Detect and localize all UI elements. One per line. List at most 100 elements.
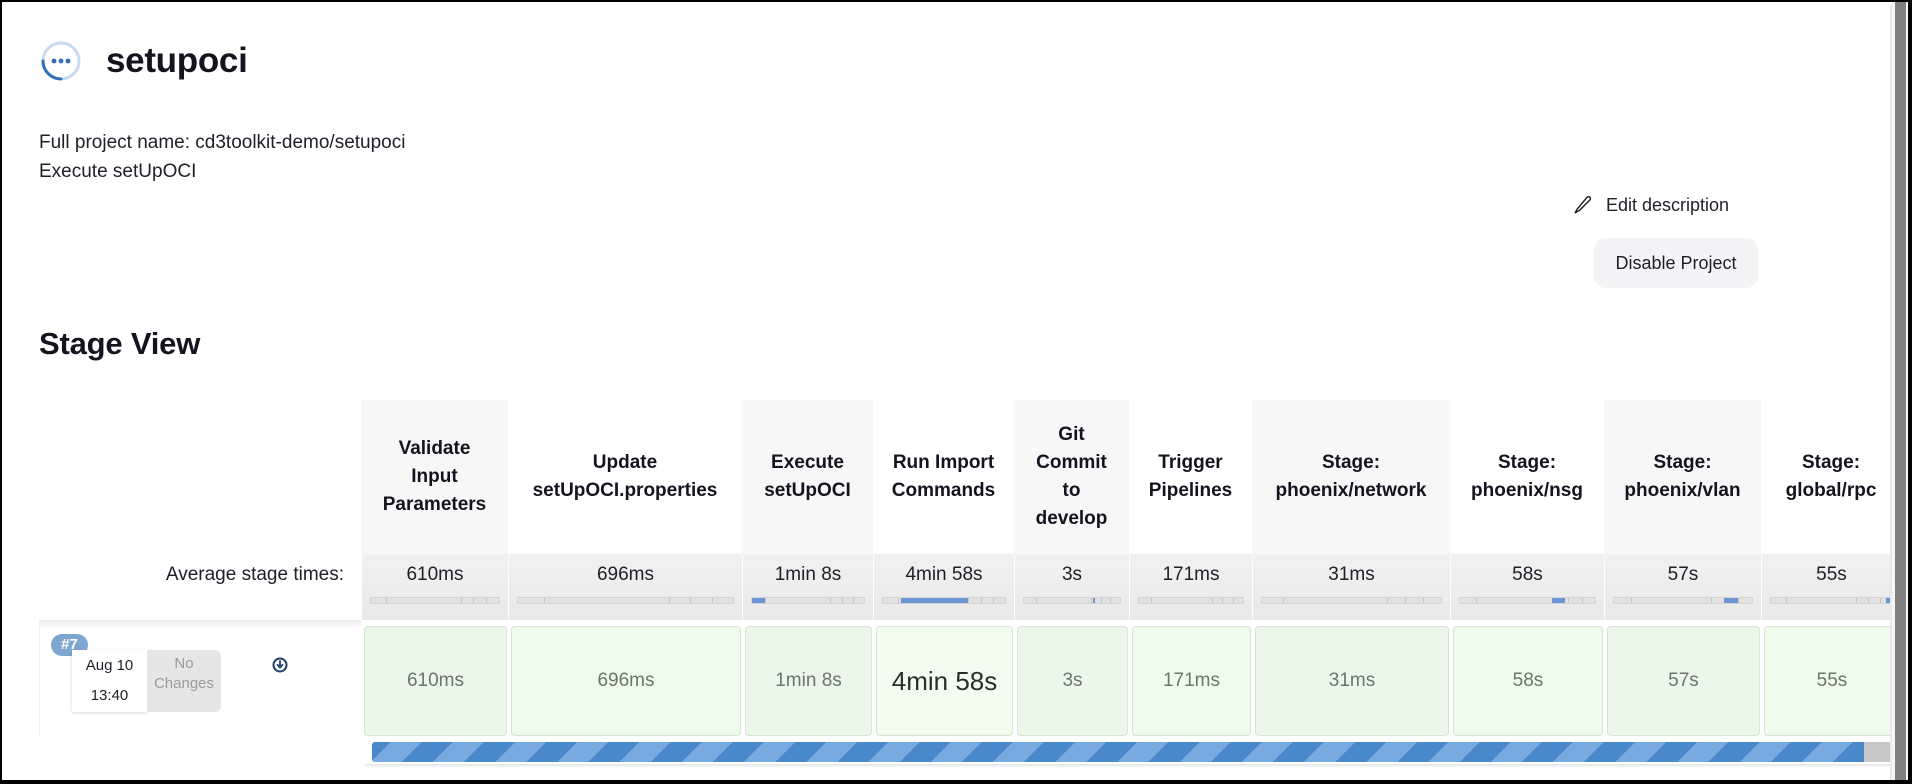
build-date-time: 13:40 <box>90 687 129 704</box>
stage-cell[interactable]: 57s <box>1607 626 1760 736</box>
stage-average-value: 57s <box>1667 564 1699 585</box>
stage-average-value: 696ms <box>596 564 655 585</box>
stage-average-bar <box>1770 597 1892 604</box>
bar-tick <box>460 598 462 603</box>
job-page: setupoci Full project name: cd3toolkit-d… <box>2 2 1892 780</box>
bar-tick <box>1283 598 1285 603</box>
full-project-name: Full project name: cd3toolkit-demo/setup… <box>39 132 406 153</box>
stage-cell[interactable]: 4min 58s <box>876 626 1013 736</box>
build-date-day: Aug 10 <box>85 657 134 674</box>
stage-average-value: 55s <box>1816 564 1847 585</box>
stage-cell[interactable]: 171ms <box>1132 626 1251 736</box>
bar-tick <box>852 598 854 603</box>
bar-tick <box>1035 598 1037 603</box>
scrollbar-thumb[interactable] <box>1895 2 1906 780</box>
bar-tick <box>1476 598 1478 603</box>
job-header: setupoci <box>40 40 248 82</box>
bar-tick <box>690 598 691 603</box>
stage-average-value: 610ms <box>406 564 464 585</box>
stage-cell[interactable]: 58s <box>1453 626 1603 736</box>
bar-tick <box>1211 598 1213 603</box>
stage-column: Trigger Pipelines 171ms <box>1129 400 1252 620</box>
bar-tick <box>1405 598 1407 603</box>
bar-tick <box>386 598 388 603</box>
job-description: Full project name: cd3toolkit-demo/setup… <box>39 128 405 186</box>
bar-tick <box>1879 598 1881 603</box>
bar-tick <box>968 598 970 603</box>
download-circle-icon[interactable] <box>272 657 288 678</box>
build-changes[interactable]: No Changes <box>147 650 221 712</box>
stage-cell[interactable]: 610ms <box>364 626 507 736</box>
stage-header: Validate Input Parameters <box>361 400 508 554</box>
build-date: Aug 10 13:40 <box>72 650 147 712</box>
build-progress-bar <box>372 742 1892 762</box>
stage-cell[interactable]: 3s <box>1017 626 1128 736</box>
stage-average-bar <box>517 597 734 604</box>
bar-tick <box>992 598 994 603</box>
stage-average-value: 4min 58s <box>905 564 983 585</box>
bar-tick <box>543 598 545 603</box>
bar-tick <box>1855 598 1857 603</box>
stage-average-value: 1min 8s <box>774 564 842 585</box>
stage-average: 696ms <box>508 554 742 620</box>
bar-tick <box>1630 598 1632 603</box>
stage-header: Trigger Pipelines <box>1129 400 1252 554</box>
stage-average-bar-fill <box>901 598 969 603</box>
bar-tick <box>668 598 670 603</box>
progress-shadow <box>365 764 1892 768</box>
stage-header: Stage: global/rpc <box>1761 400 1892 554</box>
stage-average-bar <box>1138 597 1244 604</box>
stage-average: 171ms <box>1129 554 1252 620</box>
stage-column: Execute setUpOCI 1min 8s <box>742 400 873 620</box>
stage-average-bar-fill <box>1093 598 1096 603</box>
bar-tick <box>1091 598 1093 603</box>
bar-tick <box>486 598 488 603</box>
bar-tick <box>841 598 843 603</box>
stage-average-bar <box>1261 597 1442 604</box>
stage-average-bar <box>370 597 500 604</box>
edit-description-label: Edit description <box>1606 194 1730 215</box>
bar-tick <box>1867 598 1869 603</box>
bar-tick <box>1151 598 1153 603</box>
stage-average: 1min 8s <box>742 554 873 620</box>
stage-average: 3s <box>1014 554 1129 620</box>
disable-project-button[interactable]: Disable Project <box>1594 238 1758 288</box>
stage-column: Stage: phoenix/vlan 57s <box>1604 400 1761 620</box>
edit-description-link[interactable]: Edit description <box>1572 194 1729 216</box>
bar-tick <box>1785 598 1787 603</box>
stage-average: 55s <box>1761 554 1892 620</box>
stage-column: Run Import Commands 4min 58s <box>873 400 1014 620</box>
bar-tick <box>1387 598 1389 603</box>
stage-cell[interactable]: 1min 8s <box>745 626 872 736</box>
stage-cell[interactable]: 696ms <box>511 626 741 736</box>
stage-column: Stage: phoenix/nsg 58s <box>1450 400 1604 620</box>
stage-cell[interactable]: 55s <box>1764 626 1892 736</box>
stage-header: Stage: phoenix/nsg <box>1450 400 1604 554</box>
stage-average: 4min 58s <box>873 554 1014 620</box>
stage-cell[interactable]: 31ms <box>1255 626 1449 736</box>
stage-header: Stage: phoenix/vlan <box>1604 400 1761 554</box>
bar-tick <box>1710 598 1712 603</box>
bar-tick <box>1423 598 1425 603</box>
stage-header: Execute setUpOCI <box>742 400 873 554</box>
description-text: Execute setUpOCI <box>39 161 197 182</box>
stage-header: Update setUpOCI.properties <box>508 400 742 554</box>
bar-tick <box>765 598 767 603</box>
stage-average: 610ms <box>361 554 508 620</box>
bar-tick <box>1232 598 1234 603</box>
stage-average-bar-fill <box>1551 598 1566 603</box>
stage-average-value: 31ms <box>1328 564 1375 585</box>
in-progress-ring-icon <box>40 40 82 82</box>
stage-header: Git Commit to develop <box>1014 400 1129 554</box>
bar-tick <box>1100 598 1102 603</box>
stage-view-title: Stage View <box>39 326 201 361</box>
stage-average: 58s <box>1450 554 1604 620</box>
stage-column: Stage: global/rpc 55s <box>1761 400 1892 620</box>
stage-average-bar <box>751 597 865 604</box>
build-row: #7 Aug 10 13:40 No Changes <box>39 626 361 736</box>
page-title: setupoci <box>106 41 248 80</box>
vertical-scrollbar[interactable] <box>1892 2 1908 780</box>
stage-average-bar-fill <box>752 598 766 603</box>
bar-tick <box>1568 598 1569 603</box>
bar-tick <box>980 598 982 603</box>
